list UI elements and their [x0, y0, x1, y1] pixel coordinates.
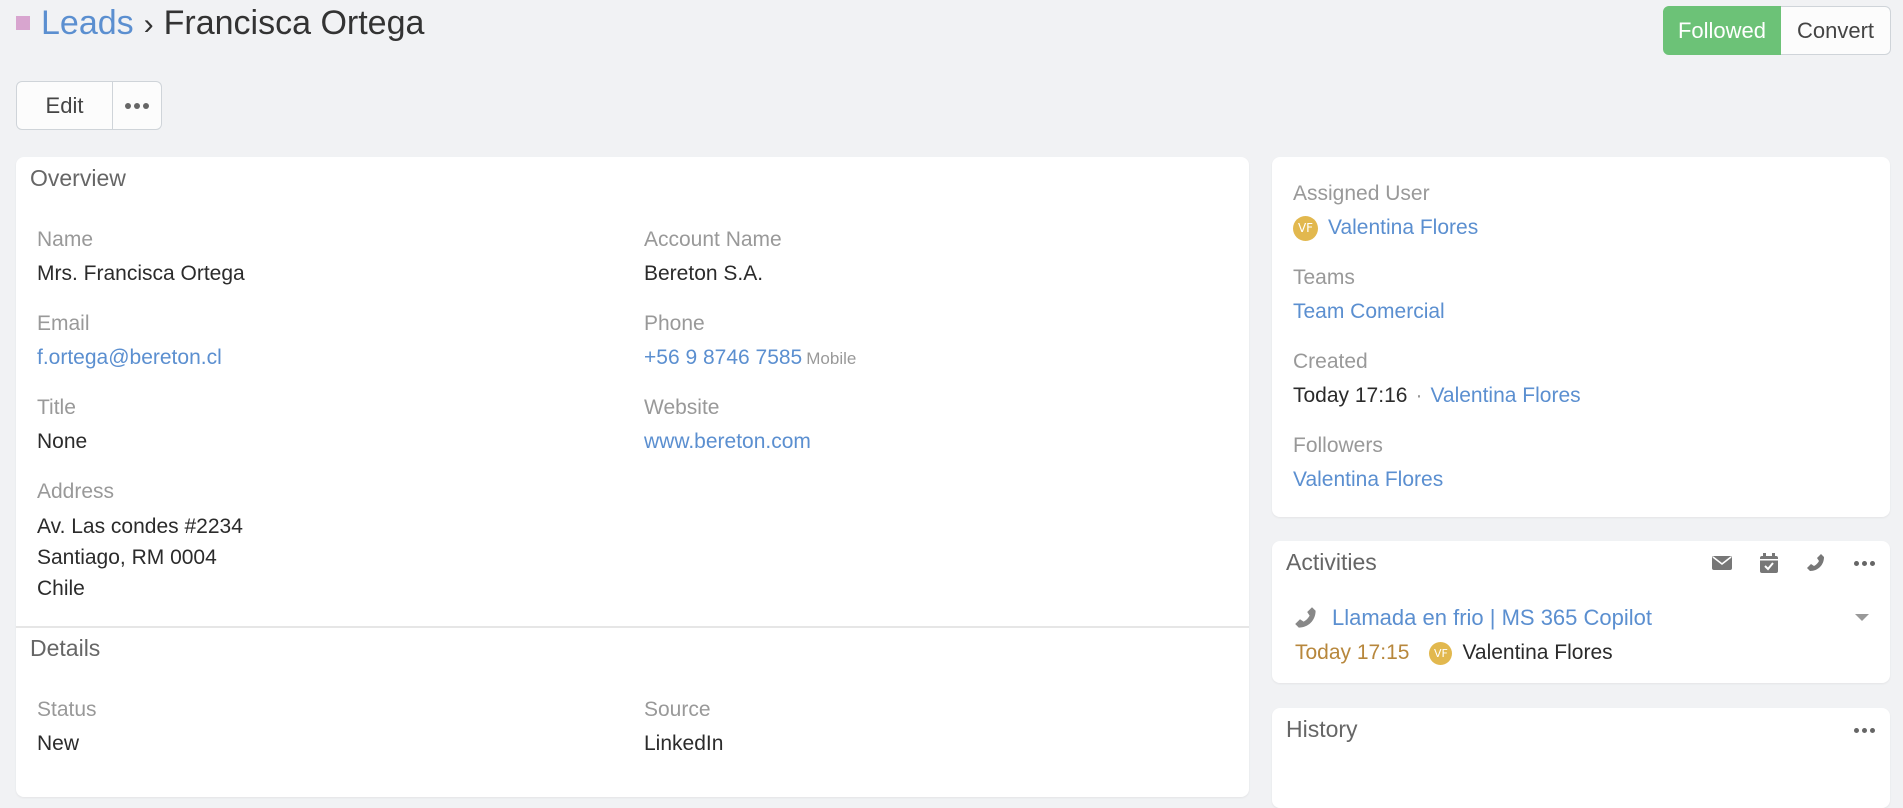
edit-button[interactable]: Edit [16, 81, 113, 130]
field-label: Email [37, 312, 90, 335]
website-link[interactable]: www.bereton.com [644, 429, 811, 455]
assigned-user-value: VF Valentina Flores [1293, 215, 1478, 241]
created-by-link[interactable]: Valentina Flores [1430, 384, 1580, 407]
field-name: Name Mrs. Francisca Ortega [37, 227, 245, 287]
field-source: Source LinkedIn [644, 697, 723, 757]
field-label: Status [37, 698, 97, 721]
field-label: Teams [1293, 266, 1355, 289]
breadcrumb-separator: › [143, 8, 154, 41]
address-street: Av. Las condes #2234 [37, 515, 243, 538]
field-label: Created [1293, 350, 1368, 373]
field-address: Address Av. Las condes #2234 Santiago, R… [37, 479, 243, 604]
created-date: Today 17:16 [1293, 384, 1408, 407]
history-more-button[interactable] [1850, 716, 1878, 744]
breadcrumb: Leads › Francisca Ortega [41, 3, 424, 45]
field-label: Name [37, 228, 94, 251]
follower-link[interactable]: Valentina Flores [1293, 467, 1443, 493]
ellipsis-icon [1853, 727, 1875, 733]
field-value: None [37, 430, 88, 453]
history-title: History [1286, 716, 1358, 742]
activity-expand-icon[interactable] [1855, 614, 1869, 621]
calendar-check-icon [1760, 553, 1778, 573]
activities-more-button[interactable] [1850, 549, 1878, 577]
field-email: Email f.ortega@bereton.cl [37, 311, 222, 371]
activity-item: Llamada en frio | MS 365 Copilot [1294, 605, 1652, 631]
email-link[interactable]: f.ortega@bereton.cl [37, 345, 222, 371]
page-title: Francisca Ortega [163, 4, 425, 42]
overview-title: Overview [30, 165, 126, 191]
field-created: Created Today 17:16 · Valentina Flores [1293, 349, 1581, 409]
activity-title-link[interactable]: Llamada en frio | MS 365 Copilot [1332, 605, 1652, 631]
field-assigned-user: Assigned User VF Valentina Flores [1293, 181, 1478, 241]
activity-date: Today 17:15 [1295, 641, 1410, 664]
breadcrumb-leads-link[interactable]: Leads [41, 4, 134, 42]
address-city: Santiago, RM 0004 [37, 546, 217, 569]
field-phone: Phone +56 9 8746 7585 Mobile [644, 311, 856, 372]
field-label: Title [37, 396, 76, 419]
schedule-meeting-button[interactable] [1755, 549, 1783, 577]
created-value: Today 17:16 · Valentina Flores [1293, 383, 1581, 409]
field-status: Status New [37, 697, 97, 757]
field-teams: Teams Team Comercial [1293, 265, 1445, 325]
field-label: Address [37, 480, 115, 503]
field-label: Website [644, 396, 720, 419]
log-call-button[interactable] [1802, 549, 1830, 577]
phone-type: Mobile [806, 349, 857, 368]
details-title: Details [30, 635, 101, 661]
field-website: Website www.bereton.com [644, 395, 811, 455]
header-actions: Followed Convert [1663, 6, 1891, 55]
phone-icon [1807, 554, 1824, 571]
field-label: Followers [1293, 434, 1383, 457]
activity-meta: Today 17:15 VF Valentina Flores [1295, 641, 1613, 665]
created-separator: · [1415, 384, 1423, 407]
record-actions: Edit [16, 81, 162, 130]
address-country: Chile [37, 577, 85, 600]
field-value: Mrs. Francisca Ortega [37, 262, 245, 285]
history-panel [1272, 708, 1890, 808]
convert-button[interactable]: Convert [1781, 6, 1891, 55]
field-account-name: Account Name Bereton S.A. [644, 227, 782, 287]
activities-title: Activities [1286, 549, 1377, 575]
field-value: New [37, 732, 80, 755]
field-followers: Followers Valentina Flores [1293, 433, 1443, 493]
ellipsis-icon [1853, 560, 1875, 566]
field-label: Phone [644, 312, 705, 335]
field-label: Source [644, 698, 711, 721]
more-actions-button[interactable] [113, 81, 162, 130]
compose-email-button[interactable] [1708, 549, 1736, 577]
phone-icon [1295, 607, 1316, 628]
activity-user: Valentina Flores [1462, 641, 1613, 664]
field-value: Bereton S.A. [644, 262, 764, 285]
phone-value: +56 9 8746 7585 Mobile [644, 345, 856, 372]
section-divider [16, 626, 1249, 628]
field-value: LinkedIn [644, 732, 724, 755]
phone-link[interactable]: +56 9 8746 7585 [644, 346, 802, 369]
envelope-icon [1712, 556, 1732, 570]
field-label: Assigned User [1293, 182, 1430, 205]
followed-button[interactable]: Followed [1663, 6, 1781, 55]
module-color-indicator [16, 16, 30, 30]
team-link[interactable]: Team Comercial [1293, 299, 1445, 325]
avatar: VF [1429, 641, 1453, 665]
field-title: Title None [37, 395, 87, 455]
assigned-user-link[interactable]: Valentina Flores [1328, 216, 1478, 239]
ellipsis-icon [125, 102, 149, 109]
field-label: Account Name [644, 228, 782, 251]
avatar: VF [1293, 215, 1318, 241]
